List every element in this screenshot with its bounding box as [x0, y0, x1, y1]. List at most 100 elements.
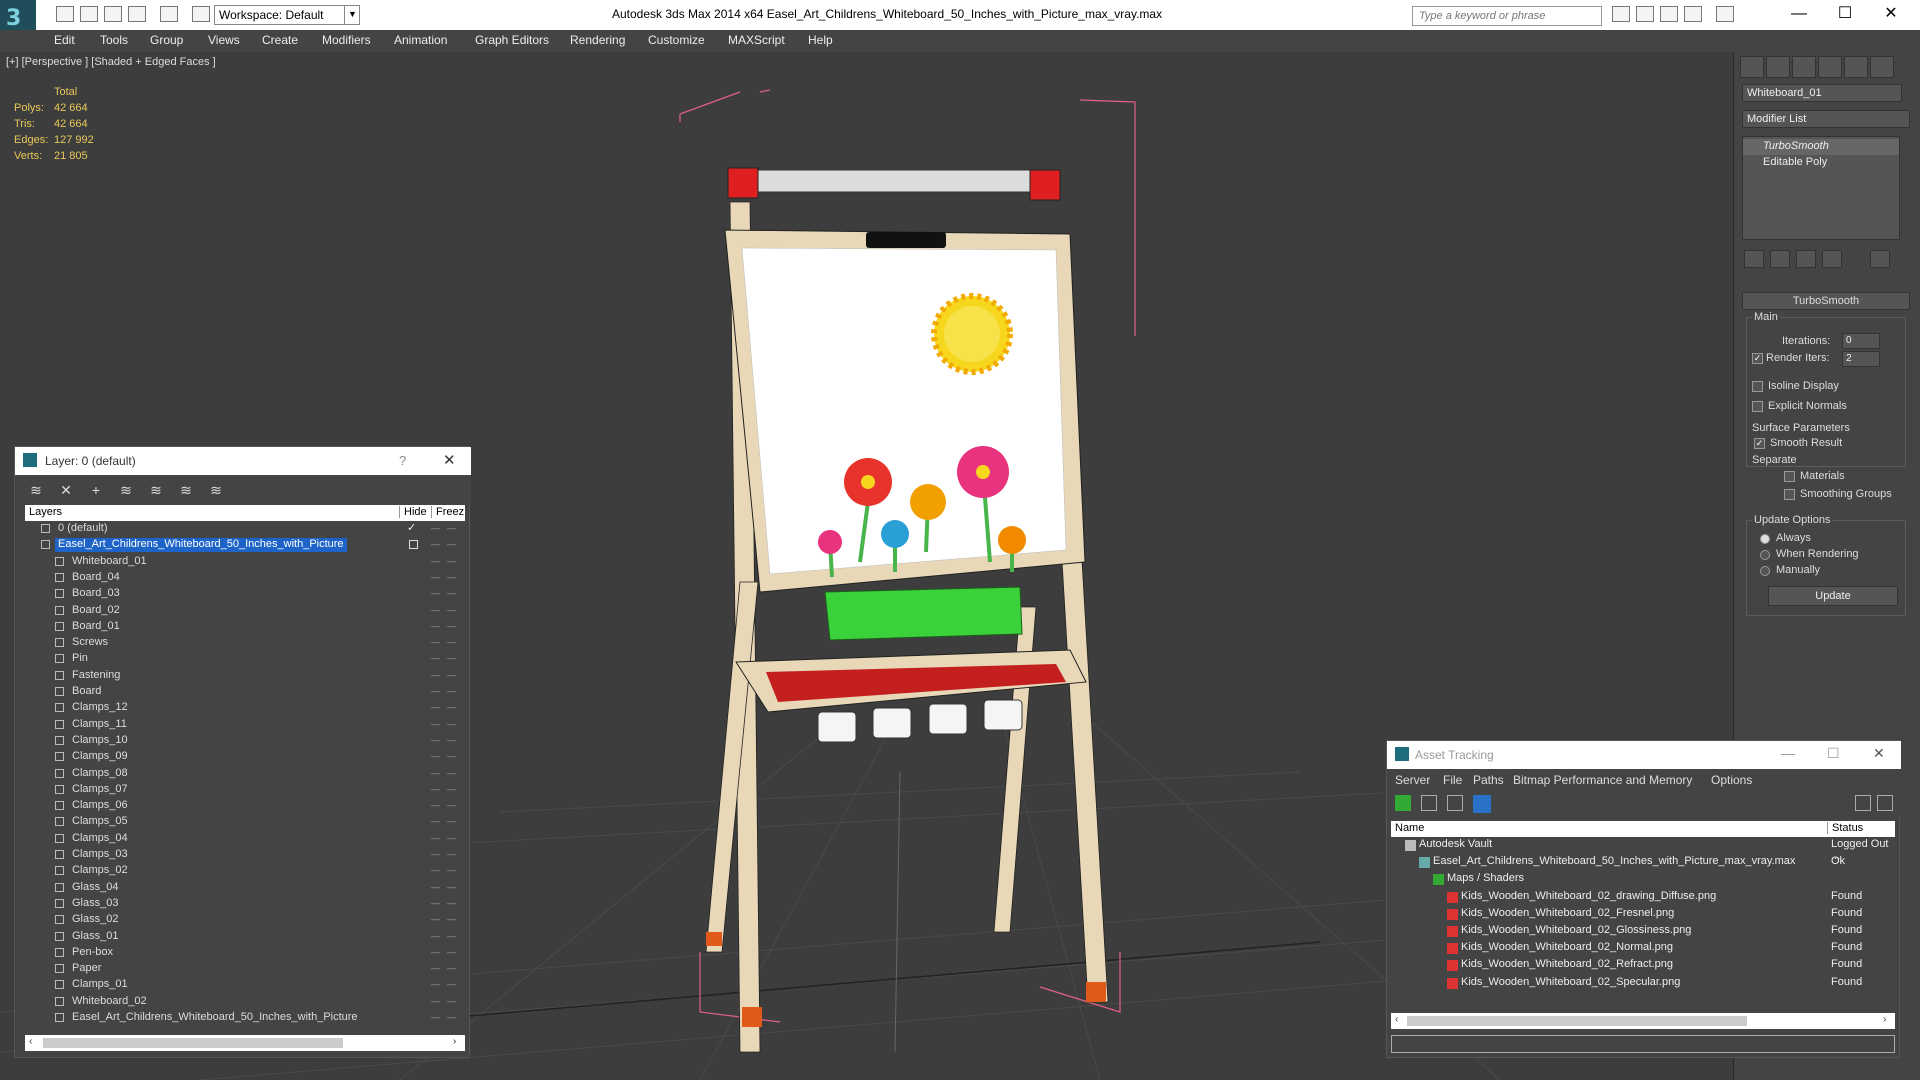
- layer-row[interactable]: Clamps_03 — —: [25, 847, 465, 863]
- hide-toggle[interactable]: —: [431, 996, 440, 1006]
- menu-animation[interactable]: Animation: [394, 33, 447, 47]
- layer-row[interactable]: Board_04 — —: [25, 570, 465, 586]
- save-file-icon[interactable]: [104, 6, 122, 22]
- settings-icon[interactable]: [1877, 795, 1893, 811]
- freeze-toggle[interactable]: —: [447, 702, 456, 712]
- freeze-toggle[interactable]: —: [447, 914, 456, 924]
- menu-help[interactable]: Help: [808, 33, 833, 47]
- layer-list[interactable]: 0 (default) ✓ — — Easel_Art_Childrens_Whiteb…: [25, 521, 465, 1031]
- menu-tools[interactable]: Tools: [100, 33, 128, 47]
- freeze-toggle[interactable]: —: [447, 735, 456, 745]
- close-icon[interactable]: ✕: [443, 451, 456, 469]
- help-icon[interactable]: ?: [399, 453, 406, 468]
- layer-row[interactable]: Pen-box — —: [25, 945, 465, 961]
- menu-edit[interactable]: Edit: [54, 33, 75, 47]
- layer-row[interactable]: Board — —: [25, 684, 465, 700]
- freeze-toggle[interactable]: —: [447, 621, 456, 631]
- remove-modifier-icon[interactable]: [1822, 250, 1842, 268]
- hide-toggle[interactable]: —: [431, 800, 440, 810]
- minimize-icon[interactable]: —: [1781, 745, 1795, 761]
- minimize-button[interactable]: —: [1776, 0, 1822, 30]
- add-to-layer-icon[interactable]: +: [87, 481, 105, 499]
- freeze-toggle[interactable]: —: [447, 653, 456, 663]
- display-tab-icon[interactable]: [1844, 56, 1868, 78]
- hide-toggle[interactable]: —: [431, 768, 440, 778]
- motion-tab-icon[interactable]: [1818, 56, 1842, 78]
- asset-row[interactable]: Autodesk Vault Logged Out ...: [1391, 837, 1895, 862]
- render-iters-checkbox[interactable]: ✓: [1752, 353, 1763, 364]
- freeze-all-icon[interactable]: ≋: [207, 481, 225, 499]
- layer-row[interactable]: Clamps_12 — —: [25, 700, 465, 716]
- layer-row[interactable]: Easel_Art_Childrens_Whiteboard_50_Inches…: [25, 1010, 465, 1026]
- layer-row[interactable]: Clamps_06 — —: [25, 798, 465, 814]
- asset-menu-bitmap[interactable]: Bitmap Performance and Memory: [1513, 773, 1692, 787]
- isoline-checkbox[interactable]: [1752, 381, 1763, 392]
- freeze-toggle[interactable]: —: [447, 719, 456, 729]
- freeze-toggle[interactable]: —: [447, 539, 456, 549]
- horizontal-scrollbar[interactable]: ‹ ›: [25, 1035, 465, 1051]
- asset-row[interactable]: Kids_Wooden_Whiteboard_02_Refract.png Fou…: [1391, 957, 1895, 974]
- modifier-stack[interactable]: TurboSmooth Editable Poly: [1742, 136, 1900, 240]
- layer-row[interactable]: Clamps_11 — —: [25, 717, 465, 733]
- freeze-toggle[interactable]: —: [447, 588, 456, 598]
- make-unique-icon[interactable]: [1796, 250, 1816, 268]
- materials-checkbox[interactable]: [1784, 471, 1795, 482]
- new-file-icon[interactable]: [56, 6, 74, 22]
- freeze-toggle[interactable]: —: [447, 865, 456, 875]
- freeze-toggle[interactable]: —: [447, 816, 456, 826]
- hide-toggle[interactable]: —: [431, 979, 440, 989]
- hide-toggle[interactable]: —: [431, 572, 440, 582]
- freeze-toggle[interactable]: —: [447, 768, 456, 778]
- hide-toggle[interactable]: —: [431, 914, 440, 924]
- layer-row[interactable]: Clamps_10 — —: [25, 733, 465, 749]
- layer-row[interactable]: Board_02 — —: [25, 603, 465, 619]
- create-layer-icon[interactable]: ≋: [27, 481, 45, 499]
- hide-toggle[interactable]: —: [431, 653, 440, 663]
- layer-row[interactable]: Board_01 — —: [25, 619, 465, 635]
- menu-group[interactable]: Group: [150, 33, 183, 47]
- active-layer-check-icon[interactable]: ✓: [407, 521, 416, 534]
- explicit-normals-checkbox[interactable]: [1752, 401, 1763, 412]
- freeze-toggle[interactable]: —: [447, 784, 456, 794]
- freeze-toggle[interactable]: —: [447, 637, 456, 647]
- freeze-toggle[interactable]: —: [447, 670, 456, 680]
- asset-row[interactable]: Easel_Art_Childrens_Whiteboard_50_Inches…: [1391, 854, 1895, 871]
- stack-item-turbosmooth[interactable]: TurboSmooth: [1743, 139, 1899, 155]
- hide-toggle[interactable]: —: [431, 735, 440, 745]
- search-input[interactable]: Type a keyword or phrase: [1412, 6, 1602, 26]
- hide-toggle[interactable]: —: [431, 605, 440, 615]
- freeze-toggle[interactable]: —: [447, 931, 456, 941]
- current-layer-box-icon[interactable]: [409, 540, 418, 550]
- freeze-toggle[interactable]: —: [447, 849, 456, 859]
- asset-row[interactable]: Maps / Shaders: [1391, 871, 1895, 888]
- layer-row[interactable]: Clamps_08 — —: [25, 766, 465, 782]
- workspace-select[interactable]: Workspace: Default: [214, 5, 360, 25]
- asset-menu-paths[interactable]: Paths: [1473, 773, 1504, 787]
- update-button[interactable]: Update: [1768, 586, 1898, 606]
- help-icon[interactable]: [1716, 6, 1734, 22]
- hide-all-icon[interactable]: ≋: [177, 481, 195, 499]
- freeze-toggle[interactable]: —: [447, 882, 456, 892]
- hide-toggle[interactable]: —: [431, 947, 440, 957]
- status-column-header[interactable]: Status: [1827, 822, 1863, 834]
- communication-icon[interactable]: [1660, 6, 1678, 22]
- hide-toggle[interactable]: —: [431, 670, 440, 680]
- redo-icon[interactable]: [160, 6, 178, 22]
- hide-toggle[interactable]: —: [431, 865, 440, 875]
- favorites-icon[interactable]: [1684, 6, 1702, 22]
- menu-graph-editors[interactable]: Graph Editors: [475, 33, 549, 47]
- layer-panel-titlebar[interactable]: Layer: 0 (default) ? ✕: [15, 447, 471, 475]
- freeze-toggle[interactable]: —: [447, 833, 456, 843]
- freeze-toggle[interactable]: —: [447, 523, 456, 533]
- pin-stack-icon[interactable]: [1744, 250, 1764, 268]
- close-button[interactable]: ✕: [1868, 0, 1914, 30]
- hide-toggle[interactable]: —: [431, 702, 440, 712]
- create-tab-icon[interactable]: [1740, 56, 1764, 78]
- name-column-header[interactable]: Name: [1395, 822, 1424, 834]
- hide-toggle[interactable]: —: [431, 637, 440, 647]
- layer-row[interactable]: Clamps_02 — —: [25, 863, 465, 879]
- utilities-tab-icon[interactable]: [1870, 56, 1894, 78]
- select-objects-icon[interactable]: ≋: [117, 481, 135, 499]
- subscription-icon[interactable]: [1636, 6, 1654, 22]
- menu-rendering[interactable]: Rendering: [570, 33, 625, 47]
